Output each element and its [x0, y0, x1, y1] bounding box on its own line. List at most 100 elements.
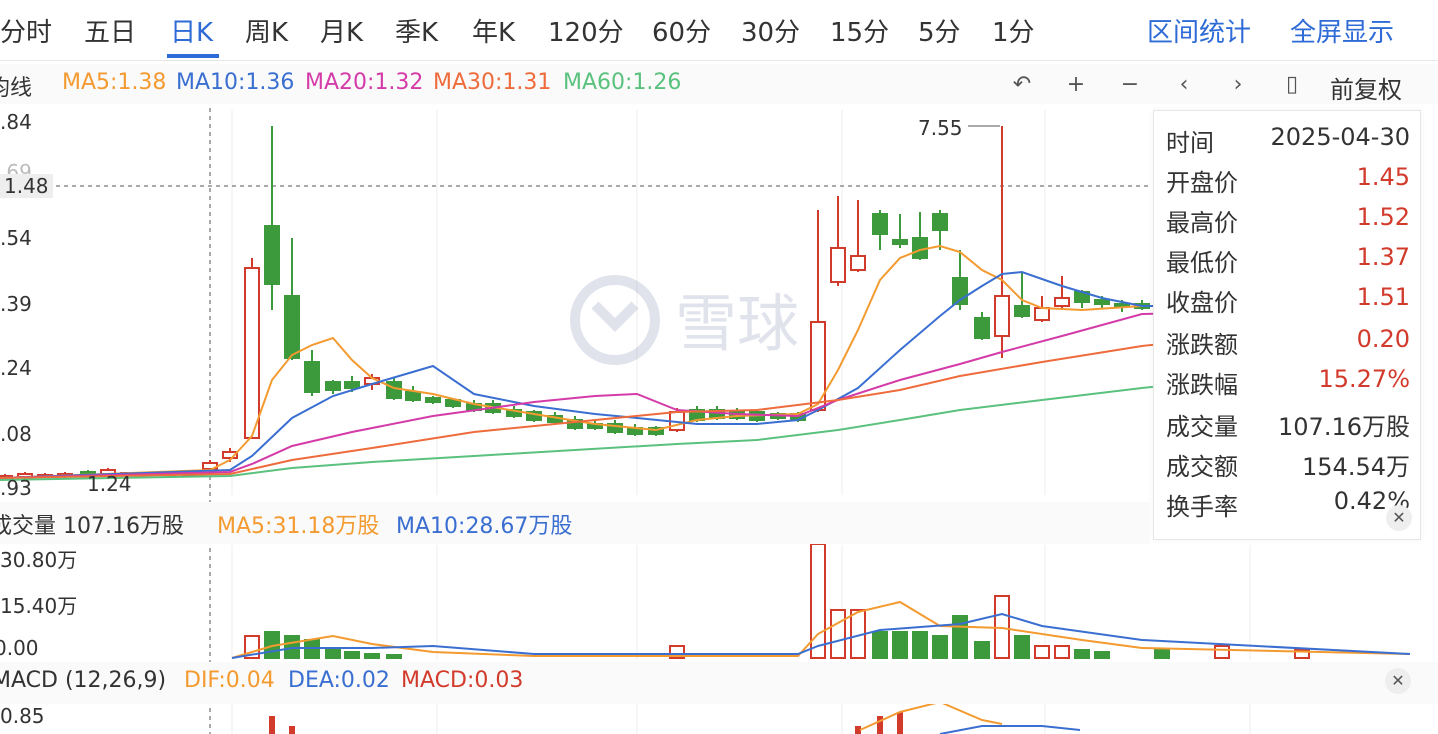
ma-legend-row: 均线 MA5:1.38 MA10:1.36 MA20:1.32 MA30:1.3… [0, 64, 1438, 104]
candle-body [222, 451, 238, 459]
candle-body [244, 267, 260, 439]
candle-body [850, 255, 866, 271]
candle-body [749, 411, 765, 421]
candle-body [506, 409, 522, 417]
adjust-mode-select[interactable]: 前复权 [1330, 70, 1402, 105]
candle-style-icon[interactable]: ▯ [1278, 71, 1306, 99]
info-value: 15.27% [1318, 365, 1410, 393]
info-row-close: 收盘价 1.51 [1166, 283, 1410, 317]
tab-60min[interactable]: 60分 [652, 12, 711, 49]
candle-body [425, 397, 441, 403]
close-macd-icon[interactable]: ✕ [1385, 668, 1411, 694]
candle-body [445, 399, 461, 407]
tab-five-day[interactable]: 五日 [84, 12, 136, 49]
ma20-label: MA20:1.32 [305, 70, 424, 95]
candle-body [1114, 303, 1130, 307]
tab-intraday[interactable]: 分时 [0, 12, 52, 49]
tab-yearly-k[interactable]: 年K [472, 12, 515, 49]
watermark-text: 雪球 [675, 287, 799, 360]
xueqiu-watermark: 雪球 [570, 275, 799, 365]
ma-title: 均线 [0, 76, 33, 101]
candle-body [202, 462, 218, 470]
chevron-right-icon[interactable]: › [1224, 71, 1252, 99]
volume-bar [1214, 645, 1230, 659]
volume-axis-label: 0.00 [0, 636, 39, 660]
macd-bar [877, 716, 883, 734]
macd-dea-line [939, 725, 1081, 734]
quote-detail-panel: 时间 2025-04-30 开盘价 1.45 最高价 1.52 最低价 1.37 收盘价… [1153, 110, 1421, 540]
ma60-label: MA60:1.26 [563, 70, 682, 95]
candle-body [587, 423, 603, 429]
zoom-in-icon[interactable]: + [1062, 71, 1090, 99]
volume-bar [1054, 645, 1070, 659]
candle-body [627, 427, 643, 435]
tab-15min[interactable]: 15分 [830, 12, 889, 49]
candle-body [1134, 303, 1150, 309]
fullscreen-link[interactable]: 全屏显示 [1290, 12, 1394, 49]
macd-legend-row: MACD (12,26,9) DIF:0.04 DEA:0.02 MACD:0.… [0, 662, 1438, 704]
tab-quarterly-k[interactable]: 季K [395, 12, 438, 49]
candle-body [952, 277, 968, 305]
chevron-left-icon[interactable]: ‹ [1170, 71, 1198, 99]
high-price-annotation: 7.55 [918, 116, 963, 140]
info-row-high: 最高价 1.52 [1166, 203, 1410, 237]
tab-monthly-k[interactable]: 月K [320, 12, 363, 49]
close-icon[interactable]: ✕ [1386, 505, 1412, 531]
candle-body [648, 427, 664, 435]
ma30-label: MA30:1.31 [433, 70, 552, 95]
info-value: 0.20 [1356, 325, 1410, 353]
volume-bar [264, 631, 280, 659]
volume-bar [1014, 635, 1030, 659]
macd-bar [289, 726, 295, 734]
candle-body [892, 239, 908, 245]
candle-body [405, 391, 421, 401]
ma10-label: MA10:1.36 [176, 70, 295, 95]
volume-bar [994, 595, 1010, 659]
volume-bar [304, 639, 320, 659]
macd-bar [269, 716, 275, 734]
price-axis-label: .54 [0, 226, 32, 250]
volume-title: 成交量 107.16万股 [0, 514, 184, 539]
tab-daily-k[interactable]: 日K [170, 12, 213, 49]
volume-bar [872, 631, 888, 659]
range-stats-link[interactable]: 区间统计 [1147, 12, 1251, 49]
volume-bar [364, 653, 380, 659]
candle-body [264, 225, 280, 285]
info-row-open: 开盘价 1.45 [1166, 163, 1410, 197]
macd-bar [897, 712, 903, 734]
tab-1min[interactable]: 1分 [992, 12, 1035, 49]
volume-bar [850, 609, 866, 659]
low-price-annotation: 1.24 [87, 472, 132, 496]
candle-body [1094, 299, 1110, 305]
tab-5min[interactable]: 5分 [918, 12, 961, 49]
candle-body [160, 472, 176, 476]
tab-30min[interactable]: 30分 [741, 12, 800, 49]
info-row-change-pct: 涨跌幅 15.27% [1166, 365, 1410, 399]
price-axis-label: .39 [0, 292, 32, 316]
ma5-label: MA5:1.38 [62, 70, 167, 95]
macd-title: MACD (12,26,9) [0, 668, 167, 693]
volume-bar [669, 645, 685, 659]
tab-weekly-k[interactable]: 周K [245, 12, 288, 49]
info-row-turnover: 换手率 0.42% [1166, 487, 1410, 521]
volume-bar [344, 651, 360, 659]
period-tabs: 分时 五日 日K 周K 月K 季K 年K 120分 60分 30分 15分 5分… [0, 0, 1438, 61]
zoom-out-icon[interactable]: − [1116, 71, 1144, 99]
macd-dif-line [859, 700, 1003, 731]
candle-body [729, 411, 745, 419]
price-axis-label: .84 [0, 110, 32, 134]
candle-body [872, 213, 888, 235]
candle-body [567, 419, 583, 429]
reset-icon[interactable]: ↶ [1008, 71, 1036, 99]
volume-bar [1074, 649, 1090, 659]
macd-bar [855, 726, 861, 734]
candle-body [912, 237, 928, 259]
info-row-time: 时间 2025-04-30 [1166, 123, 1410, 157]
candle-body [932, 213, 948, 231]
tab-120min[interactable]: 120分 [548, 12, 624, 49]
volume-bar [386, 654, 402, 659]
info-row-change: 涨跌额 0.20 [1166, 325, 1410, 359]
macd-dif-label: DIF:0.04 [184, 668, 275, 693]
volume-bar [1294, 649, 1310, 659]
candle-body [57, 473, 73, 477]
